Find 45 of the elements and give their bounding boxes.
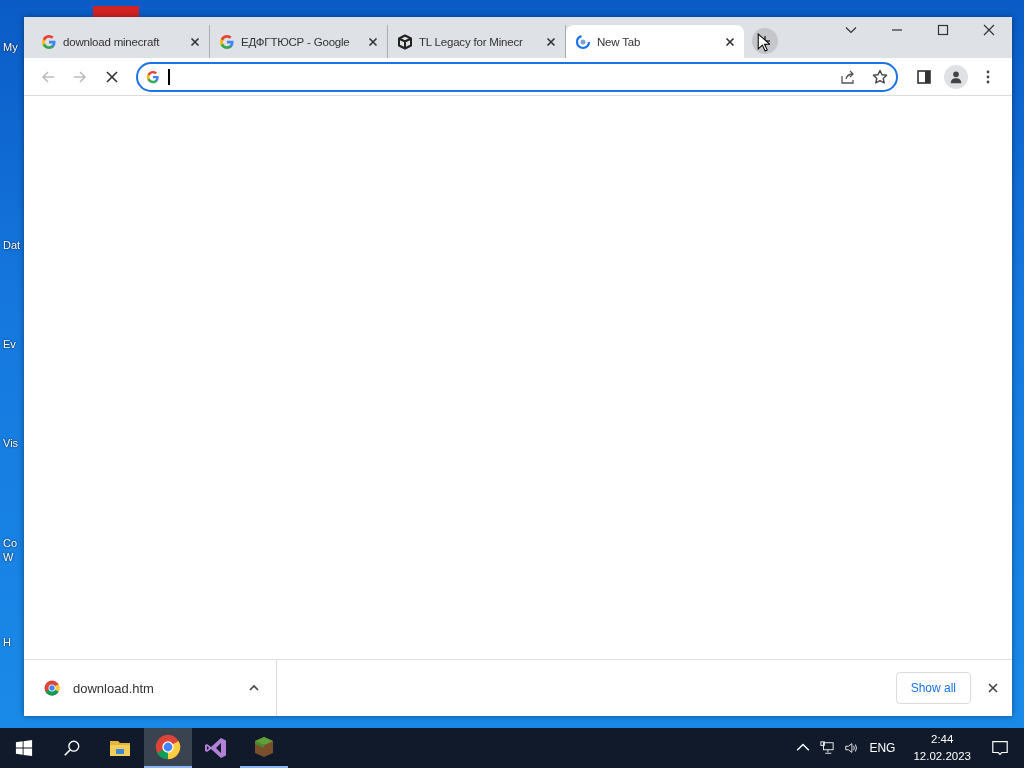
chrome-icon (44, 680, 60, 696)
share-icon[interactable] (840, 68, 856, 85)
chevron-down-icon[interactable] (845, 24, 857, 36)
google-icon (146, 69, 160, 84)
chrome-icon (155, 734, 181, 760)
maximize-icon[interactable] (937, 24, 949, 36)
desktop-icon-label[interactable]: Ev (0, 337, 24, 351)
download-item[interactable]: download.htm (44, 660, 277, 716)
desktop-icon-label[interactable]: H (0, 635, 24, 649)
close-icon[interactable] (725, 36, 735, 47)
grass-block-icon (252, 735, 276, 759)
desktop-icon-label[interactable]: Co W (0, 536, 24, 564)
close-icon[interactable] (983, 24, 995, 36)
windows-logo-icon[interactable] (15, 739, 33, 757)
star-icon[interactable] (872, 68, 888, 85)
close-icon[interactable] (546, 36, 556, 47)
side-panel-icon[interactable] (916, 68, 932, 85)
profile-avatar[interactable] (944, 64, 968, 89)
browser-tab[interactable]: download minecraft (32, 25, 210, 58)
cube-icon (397, 33, 413, 50)
close-icon[interactable] (368, 36, 378, 47)
desktop-icon-label[interactable]: My (0, 40, 24, 54)
clock-date: 12.02.2023 (913, 749, 971, 764)
notification-icon[interactable] (991, 739, 1009, 757)
address-field[interactable] (136, 61, 898, 92)
close-icon[interactable] (190, 36, 200, 47)
language-indicator[interactable]: ENG (869, 741, 896, 755)
desktop-icon-label[interactable]: Vis (0, 436, 24, 450)
google-icon (41, 33, 57, 50)
clock[interactable]: 2:44 12.02.2023 (913, 731, 971, 765)
speaker-icon[interactable] (844, 741, 859, 755)
desktop-icon-label[interactable]: Dat (0, 238, 24, 252)
browser-tab[interactable]: ЕДФГТЮСР - Google (210, 25, 388, 58)
search-icon[interactable] (63, 739, 81, 757)
google-icon (219, 33, 235, 50)
loading-icon (575, 33, 591, 50)
browser-tab[interactable]: New Tab (566, 25, 744, 58)
clock-time: 2:44 (931, 732, 954, 747)
mouse-cursor (757, 33, 770, 52)
taskbar-app[interactable] (144, 728, 192, 768)
close-icon[interactable] (987, 682, 999, 694)
network-icon[interactable] (820, 741, 835, 755)
show-all-button[interactable]: Show all (895, 672, 971, 704)
stop-icon[interactable] (104, 68, 120, 85)
infinity-logo-icon (204, 736, 228, 760)
